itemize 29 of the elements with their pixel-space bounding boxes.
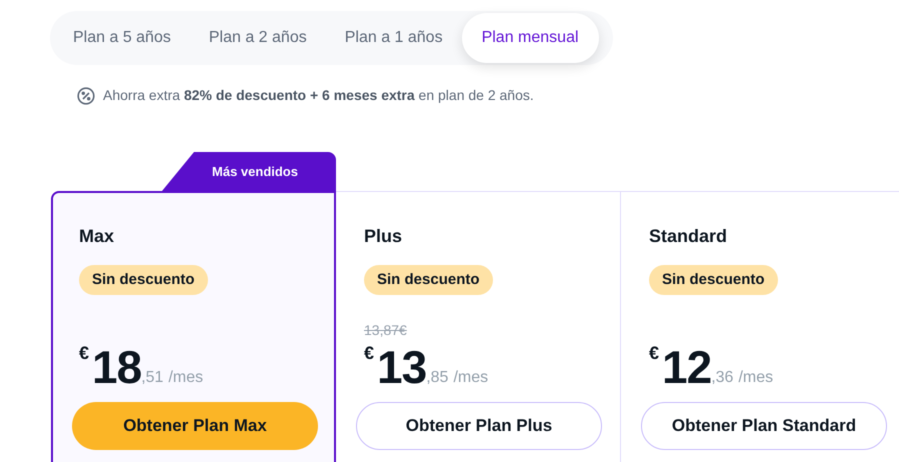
price-amount: 12 [662,345,712,389]
plan-tab[interactable]: Plan a 2 años [190,13,326,63]
plan-tab[interactable]: Plan a 1 años [326,13,462,63]
currency-symbol: € [79,343,90,363]
price-cents: ,85 [426,368,448,388]
price-period: /mes [168,368,204,388]
discount-tag: Sin descuento [649,265,778,295]
price-amount: 13 [377,345,426,389]
price-cents: ,36 [711,368,734,388]
get-plan-button[interactable]: Obtener Plan Plus [356,402,602,450]
price-period: /mes [738,368,774,388]
discount-tag: Sin descuento [364,265,493,295]
price-cents: ,51 [141,368,164,388]
get-plan-button[interactable]: Obtener Plan Standard [641,402,887,450]
price-period: /mes [453,368,488,388]
best-seller-ribbon: Más vendidos [162,152,336,191]
plan-name: Plus [364,225,402,247]
plan-name: Max [79,225,114,247]
discount-tag: Sin descuento [79,265,208,295]
plan-name: Standard [649,225,728,247]
currency-symbol: € [364,343,374,363]
plan-tab[interactable]: Plan a 5 años [54,13,190,63]
old-price: 13,87€ [364,321,407,340]
discount-icon [77,86,95,104]
price-amount: 18 [92,345,142,389]
currency-symbol: € [649,343,660,363]
savings-note: Ahorra extra 82% de descuento + 6 meses extra en plan de 2 años. [103,86,534,105]
plan-tab[interactable]: Plan mensual [462,13,599,63]
get-plan-button[interactable]: Obtener Plan Max [72,402,318,450]
